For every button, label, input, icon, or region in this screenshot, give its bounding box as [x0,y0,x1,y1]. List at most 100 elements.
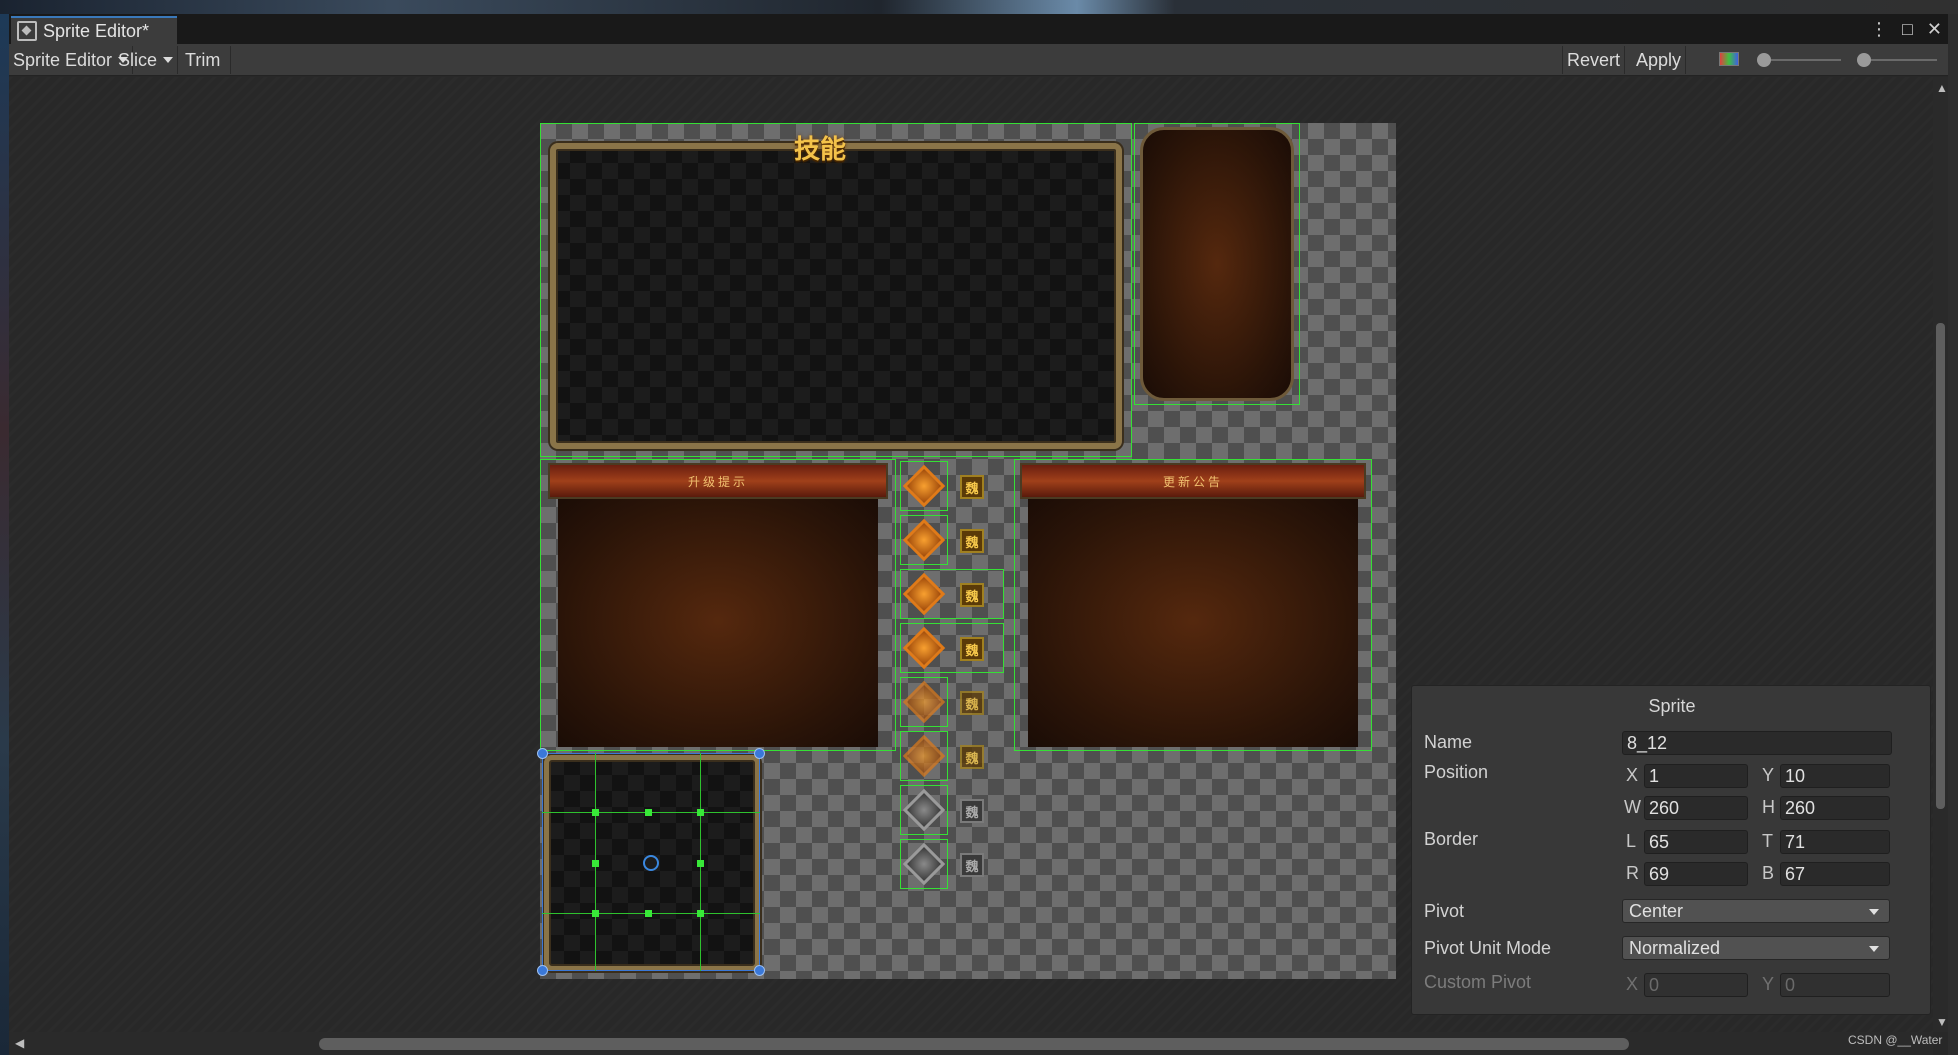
border-handle[interactable] [645,910,652,917]
width-field[interactable]: 260 [1644,796,1748,820]
custom-pivot-x-label: X [1626,974,1639,994]
zoom-slider-track[interactable] [1761,59,1841,61]
pivot-label: Pivot [1424,901,1465,921]
desktop-background-right [1948,14,1958,1055]
maximize-icon[interactable]: □ [1902,18,1913,40]
badge-icon[interactable]: 魏 [960,583,984,607]
upgrade-panel-banner: 升级提示 [548,463,888,499]
resize-handle-bottom-left[interactable] [537,965,548,976]
border-left-field[interactable]: 65 [1644,830,1748,854]
position-y-field[interactable]: 10 [1780,764,1890,788]
notice-panel-banner: 更新公告 [1020,463,1366,499]
upgrade-panel-body [558,495,878,747]
tab-sprite-editor[interactable]: Sprite Editor* [11,16,177,44]
position-label: Position [1424,762,1489,782]
trim-button[interactable]: Trim [175,46,232,74]
badge-icon[interactable]: 魏 [960,529,984,553]
h-label: H [1762,797,1775,817]
sprite-editor-icon [17,21,37,41]
border-label: Border [1424,829,1479,849]
badge-icon[interactable]: 魏 [960,799,984,823]
border-bottom-field[interactable]: 67 [1780,862,1890,886]
height-field[interactable]: 260 [1780,796,1890,820]
toolbar: Sprite Editor Slice Trim Revert Apply [9,44,1948,76]
mip-slider-handle[interactable] [1857,53,1871,67]
position-x-field[interactable]: 1 [1644,764,1748,788]
resize-handle-top-left[interactable] [537,748,548,759]
custom-pivot-label: Custom Pivot [1424,972,1532,992]
border-right-field[interactable]: 69 [1644,862,1748,886]
apply-button[interactable]: Apply [1632,46,1687,74]
vertical-scrollbar[interactable]: ▲ ▼ [1933,77,1948,1032]
resize-handle-bottom-right[interactable] [754,965,765,976]
pivot-dropdown[interactable]: Center [1622,899,1890,923]
sprite-editor-window: Sprite Editor* ⋮ □ ✕ Sprite Editor Slice… [9,14,1948,1055]
custom-pivot-y-label: Y [1762,974,1775,994]
watermark: CSDN @__Water [1848,1033,1943,1047]
badge-icon[interactable]: 魏 [960,475,984,499]
mip-slider-track[interactable] [1861,59,1937,61]
vertical-scroll-thumb[interactable] [1936,323,1945,809]
zoom-slider-handle[interactable] [1757,53,1771,67]
close-icon[interactable]: ✕ [1927,18,1942,40]
badge-icon[interactable]: 魏 [960,745,984,769]
color-channel-icon[interactable] [1719,52,1739,66]
pivot-value: Center [1629,901,1684,921]
border-handle[interactable] [697,910,704,917]
trim-label: Trim [185,49,221,70]
pivot-unit-mode-label: Pivot Unit Mode [1424,938,1552,958]
inspector-title: Sprite [1648,696,1696,716]
chevron-down-icon [1869,946,1879,952]
desktop-background-left [0,14,9,1055]
scroll-down-icon[interactable]: ▼ [1936,1015,1948,1029]
slice-label: Slice [118,49,158,70]
name-label: Name [1424,732,1473,752]
border-handle[interactable] [645,809,652,816]
skill-frame-border [550,143,1122,449]
pivot-handle[interactable] [643,855,659,871]
l-label: L [1626,831,1637,851]
r-label: R [1626,863,1639,883]
card-panel [1140,127,1294,401]
sprite-inspector: Sprite Name 8_12 Position X 1 Y 10 W 260… [1411,685,1931,1015]
title-bar: Sprite Editor* ⋮ □ ✕ [9,14,1948,44]
texture-atlas: 技能 升级提示 更新公告 魏 魏 魏 魏 魏 魏 魏 魏 [537,123,1396,979]
chevron-down-icon [163,57,174,63]
border-handle[interactable] [592,809,599,816]
border-handle[interactable] [592,910,599,917]
custom-pivot-x-field: 0 [1644,973,1748,997]
border-handle[interactable] [697,860,704,867]
window-controls: ⋮ □ ✕ [1870,18,1942,40]
slice-dropdown[interactable]: Slice [114,46,179,74]
border-handle[interactable] [697,809,704,816]
horizontal-scroll-thumb[interactable] [319,1038,1629,1050]
horizontal-scrollbar[interactable]: ◀ [9,1032,1933,1055]
badge-icon[interactable]: 魏 [960,853,984,877]
pivot-unit-mode-value: Normalized [1629,938,1721,958]
mode-label: Sprite Editor [13,49,113,70]
x-axis-label: X [1626,765,1639,785]
y-axis-label: Y [1762,765,1775,785]
badge-icon[interactable]: 魏 [960,637,984,661]
scroll-up-icon[interactable]: ▲ [1936,81,1948,95]
tab-title: Sprite Editor* [43,20,150,41]
badge-icon[interactable]: 魏 [960,691,984,715]
revert-button[interactable]: Revert [1562,46,1626,74]
custom-pivot-y-field: 0 [1780,973,1890,997]
chevron-down-icon [1869,909,1879,915]
apply-label: Apply [1636,49,1682,70]
skill-frame-emblem: 技能 [794,135,847,165]
more-options-icon[interactable]: ⋮ [1870,18,1888,40]
desktop-background-top [0,0,1958,14]
pivot-unit-mode-dropdown[interactable]: Normalized [1622,936,1890,960]
name-field[interactable]: 8_12 [1622,731,1892,755]
resize-handle-top-right[interactable] [754,748,765,759]
notice-panel-body [1028,495,1358,747]
revert-label: Revert [1567,49,1621,70]
t-label: T [1762,831,1773,851]
border-handle[interactable] [592,860,599,867]
border-top-field[interactable]: 71 [1780,830,1890,854]
b-label: B [1762,863,1775,883]
scroll-left-icon[interactable]: ◀ [15,1036,24,1050]
w-label: W [1624,797,1641,817]
